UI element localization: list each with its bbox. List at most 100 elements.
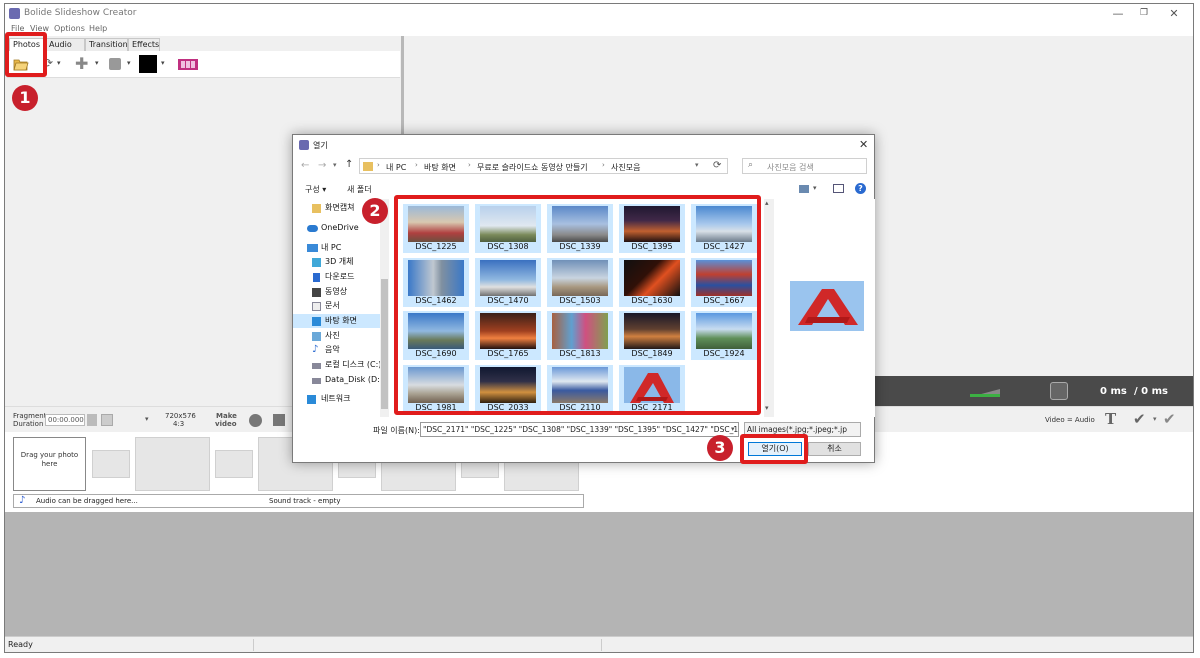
- tab-audio-files[interactable]: Audio files: [45, 38, 85, 61]
- apply-all-icon[interactable]: [101, 414, 113, 426]
- nav-item[interactable]: 문서: [293, 299, 381, 313]
- breadcrumb-item[interactable]: 무료로 슬라이드쇼 동영상 만들기: [477, 162, 588, 173]
- navigation-pane: 화면캡쳐 OneDrive 내 PC 3D 개체 다운로드 동영상 문서 바탕 …: [293, 199, 391, 417]
- maximize-icon[interactable]: ❐: [1131, 6, 1157, 21]
- nav-item[interactable]: OneDrive: [293, 221, 381, 235]
- picture-icon: [312, 332, 321, 341]
- chevron-right-icon: ›: [602, 161, 605, 169]
- add-icon[interactable]: ✚: [75, 54, 88, 73]
- chevron-down-icon[interactable]: ▾: [333, 161, 337, 169]
- help-icon[interactable]: ?: [855, 183, 866, 194]
- drive-icon: [312, 378, 321, 384]
- back-arrow-icon[interactable]: ←: [301, 160, 309, 171]
- duration-lock-icon[interactable]: [87, 414, 97, 426]
- breadcrumb-item[interactable]: 내 PC: [386, 162, 406, 173]
- audio-track[interactable]: ♪ Audio can be dragged here... Sound tra…: [13, 494, 584, 508]
- nav-item-selected[interactable]: 바탕 화면: [293, 314, 381, 328]
- preview-pane-icon[interactable]: [833, 184, 844, 193]
- text-tool-icon[interactable]: T: [1105, 410, 1116, 428]
- scroll-down-icon[interactable]: ▾: [765, 404, 769, 412]
- nav-item[interactable]: ♪ 음악: [293, 343, 381, 357]
- nav-item[interactable]: 3D 개체: [293, 255, 381, 269]
- chevron-down-icon[interactable]: ▾: [695, 161, 699, 169]
- color-square-icon[interactable]: [109, 58, 121, 70]
- status-bar: Ready: [5, 636, 1193, 652]
- chevron-right-icon: ›: [415, 161, 418, 169]
- selected-photo-preview: [790, 281, 864, 331]
- chevron-down-icon[interactable]: ▾: [145, 415, 149, 423]
- time-total: / 0 ms: [1134, 386, 1168, 397]
- make-label: Make: [216, 412, 237, 420]
- tab-effects[interactable]: Effects: [128, 38, 160, 51]
- dialog-title-bar: 열기 ✕: [293, 135, 874, 155]
- app-logo-icon: [9, 8, 20, 19]
- scroll-up-icon[interactable]: ▴: [765, 199, 769, 207]
- chevron-down-icon[interactable]: ▾: [731, 425, 735, 433]
- step-badge-2: 2: [362, 198, 388, 224]
- chevron-down-icon[interactable]: ▾: [95, 59, 99, 67]
- transition-slot[interactable]: [215, 450, 253, 478]
- aspect-label[interactable]: 4:3: [173, 420, 184, 428]
- close-icon[interactable]: ✕: [1161, 6, 1187, 21]
- filename-label: 파일 이름(N):: [373, 426, 420, 435]
- nav-item[interactable]: 다운로드: [293, 270, 381, 284]
- menu-bar: File View Options Help: [5, 23, 1193, 36]
- up-arrow-icon[interactable]: ↑: [345, 159, 353, 170]
- photo-drop-zone[interactable]: Drag your photo here: [13, 437, 86, 491]
- minimize-icon[interactable]: —: [1105, 6, 1131, 21]
- cloud-icon: [307, 225, 318, 232]
- checkmark-icon[interactable]: ✔: [1133, 410, 1146, 428]
- search-box[interactable]: ⌕ 사진모음 검색: [742, 158, 867, 174]
- app-title: Bolide Slideshow Creator: [24, 8, 137, 18]
- organize-button[interactable]: 구성 ▾: [305, 184, 326, 195]
- address-bar[interactable]: › 내 PC › 바탕 화면 › 무료로 슬라이드쇼 동영상 만들기 › 사진모…: [359, 158, 728, 174]
- breadcrumb-item[interactable]: 사진모음: [611, 162, 640, 173]
- highlight-box-3: [740, 434, 808, 464]
- network-icon: [307, 395, 316, 404]
- nav-item[interactable]: 로컬 디스크 (C:): [293, 358, 381, 372]
- transition-slot[interactable]: [92, 450, 130, 478]
- chevron-down-icon[interactable]: ▾: [127, 59, 131, 67]
- tab-transitions[interactable]: Transitions: [85, 38, 132, 51]
- chevron-down-icon[interactable]: ▾: [1153, 415, 1157, 423]
- forward-arrow-icon[interactable]: →: [318, 160, 326, 171]
- save-icon[interactable]: [273, 414, 285, 426]
- chevron-down-icon[interactable]: ▾: [813, 184, 817, 192]
- filename-input[interactable]: "DSC_2171" "DSC_1225" "DSC_1308" "DSC_13…: [420, 422, 739, 437]
- search-icon: ⌕: [748, 160, 754, 170]
- document-icon: [312, 302, 321, 311]
- record-icon[interactable]: [249, 414, 262, 427]
- music-note-icon: ♪: [19, 495, 26, 506]
- volume-bar[interactable]: [970, 388, 1002, 398]
- refresh-icon[interactable]: ⟳: [713, 160, 721, 171]
- dialog-close-icon[interactable]: ✕: [859, 138, 868, 151]
- photo-slot[interactable]: [135, 437, 210, 491]
- breadcrumb-item[interactable]: 바탕 화면: [424, 162, 456, 173]
- folder-icon: [363, 162, 373, 171]
- menu-options[interactable]: Options: [54, 24, 85, 33]
- video-audio-label[interactable]: Video = Audio: [1045, 416, 1095, 424]
- resolution-label[interactable]: 720x576: [165, 412, 196, 420]
- fullscreen-icon[interactable]: [1050, 382, 1068, 400]
- nav-item[interactable]: 네트워크: [293, 392, 381, 406]
- new-folder-button[interactable]: 새 폴더: [347, 184, 372, 195]
- soundtrack-status: Sound track - empty: [269, 497, 341, 505]
- background-color-swatch[interactable]: [139, 55, 157, 73]
- check-all-icon[interactable]: ✔: [1163, 410, 1176, 428]
- view-mode-icon[interactable]: [799, 185, 809, 193]
- chevron-down-icon[interactable]: ▾: [57, 59, 61, 67]
- duration-input[interactable]: 00:00.000: [45, 414, 85, 426]
- chevron-down-icon[interactable]: ▾: [161, 59, 165, 67]
- cancel-button[interactable]: 취소: [808, 442, 861, 456]
- nav-scrollbar[interactable]: [380, 199, 389, 417]
- status-divider: [601, 639, 602, 651]
- nav-item[interactable]: 사진: [293, 329, 381, 343]
- nav-item[interactable]: 동영상: [293, 285, 381, 299]
- nav-scroll-thumb[interactable]: [381, 279, 388, 409]
- nav-item[interactable]: 내 PC: [293, 241, 381, 255]
- nav-item[interactable]: Data_Disk (D:): [293, 373, 383, 387]
- file-scrollbar[interactable]: ▴ ▾: [764, 199, 774, 417]
- menu-help[interactable]: Help: [89, 24, 107, 33]
- fragment-label: Fragment: [13, 412, 47, 420]
- film-strip-icon[interactable]: [177, 57, 199, 72]
